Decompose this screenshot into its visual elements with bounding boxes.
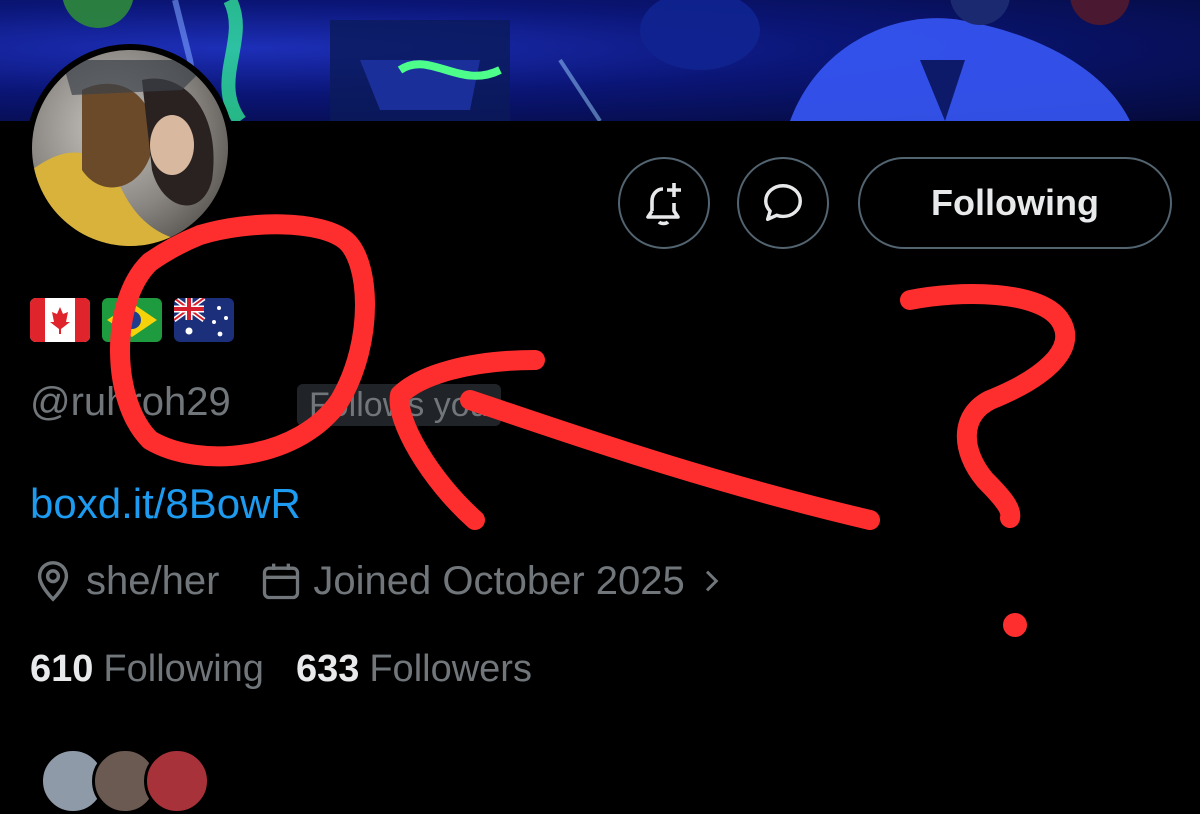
location-text: she/her — [86, 558, 220, 603]
location-pin-icon — [37, 561, 69, 602]
followers-count: 633 — [295, 648, 360, 690]
joined-text: Joined October 2025 — [313, 558, 685, 603]
followers-stat[interactable]: 633 Followers — [296, 648, 532, 691]
flag-emojis — [30, 298, 234, 342]
message-bubble-icon — [764, 184, 802, 222]
message-button[interactable] — [737, 157, 829, 249]
red-question-dot — [1003, 613, 1027, 637]
brazil-flag-icon — [102, 298, 162, 342]
following-label: Following — [103, 648, 264, 690]
avatar-photo — [32, 50, 228, 246]
following-stat[interactable]: 610 Following — [30, 648, 264, 691]
australia-flag-icon — [174, 298, 234, 342]
red-arrow-shaft — [460, 390, 880, 530]
following-count: 610 — [30, 648, 94, 690]
calendar-icon — [263, 563, 300, 600]
bell-plus-icon — [646, 183, 681, 226]
follows-you-badge: Follows you — [297, 384, 501, 426]
profile-website-link[interactable]: boxd.it/8BowR — [30, 480, 301, 528]
follow-stats: 610 Following 633 Followers — [30, 648, 564, 691]
following-button[interactable]: Following — [858, 157, 1172, 249]
joined-item[interactable]: Joined October 2025 — [259, 559, 726, 604]
followers-label: Followers — [369, 648, 532, 690]
mutual-avatar — [144, 748, 210, 814]
red-question-mark — [900, 284, 1076, 528]
chevron-right-icon — [705, 570, 719, 592]
profile-meta: she/her Joined October 2025 — [30, 558, 727, 604]
profile-handle: @ruhroh29 — [30, 380, 231, 424]
following-button-label: Following — [931, 182, 1099, 223]
notify-button[interactable] — [618, 157, 710, 249]
profile-avatar[interactable] — [26, 44, 234, 252]
canada-flag-icon — [30, 298, 90, 342]
location-item: she/her — [30, 558, 219, 604]
mutual-followers-avatars[interactable] — [40, 748, 210, 814]
